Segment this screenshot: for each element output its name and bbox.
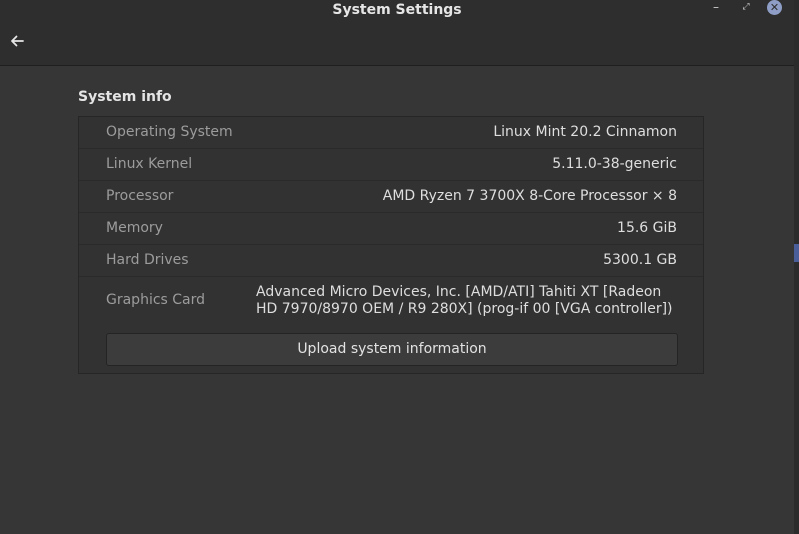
- upload-system-info-button[interactable]: Upload system information: [106, 333, 678, 366]
- info-row-linux-kernel: Linux Kernel 5.11.0-38-generic: [79, 149, 703, 181]
- row-value: Linux Mint 20.2 Cinnamon: [493, 124, 677, 140]
- row-value: Advanced Micro Devices, Inc. [AMD/ATI] T…: [256, 284, 673, 317]
- info-row-hard-drives: Hard Drives 5300.1 GB: [79, 245, 703, 277]
- selection-highlight: [794, 244, 799, 262]
- row-value: AMD Ryzen 7 3700X 8-Core Processor × 8: [382, 188, 677, 204]
- minimize-button[interactable]: –: [708, 0, 724, 16]
- row-label: Hard Drives: [106, 252, 189, 268]
- section-title: System info: [78, 89, 172, 105]
- back-button[interactable]: [8, 32, 26, 50]
- row-label: Operating System: [106, 124, 233, 140]
- system-info-panel: Operating System Linux Mint 20.2 Cinnamo…: [78, 116, 704, 374]
- info-row-memory: Memory 15.6 GiB: [79, 213, 703, 245]
- close-button[interactable]: ✕: [767, 0, 782, 15]
- row-value: 5.11.0-38-generic: [552, 156, 677, 172]
- info-row-processor: Processor AMD Ryzen 7 3700X 8-Core Proce…: [79, 181, 703, 213]
- window-title: System Settings: [332, 2, 462, 18]
- info-row-operating-system: Operating System Linux Mint 20.2 Cinnamo…: [79, 117, 703, 149]
- row-label: Memory: [106, 220, 163, 236]
- background-window-edge: [794, 0, 799, 534]
- titlebar: System Settings – ⤢ ✕: [0, 0, 794, 66]
- row-label: Linux Kernel: [106, 156, 193, 172]
- info-row-graphics-card: Graphics Card Advanced Micro Devices, In…: [79, 277, 703, 325]
- system-settings-window: System Settings – ⤢ ✕ System info Operat…: [0, 0, 794, 534]
- row-label: Processor: [106, 188, 174, 204]
- row-label: Graphics Card: [106, 292, 206, 308]
- row-value: 15.6 GiB: [617, 220, 677, 236]
- arrow-left-icon: [11, 35, 24, 47]
- row-value: 5300.1 GB: [603, 252, 677, 268]
- maximize-button[interactable]: ⤢: [738, 0, 754, 16]
